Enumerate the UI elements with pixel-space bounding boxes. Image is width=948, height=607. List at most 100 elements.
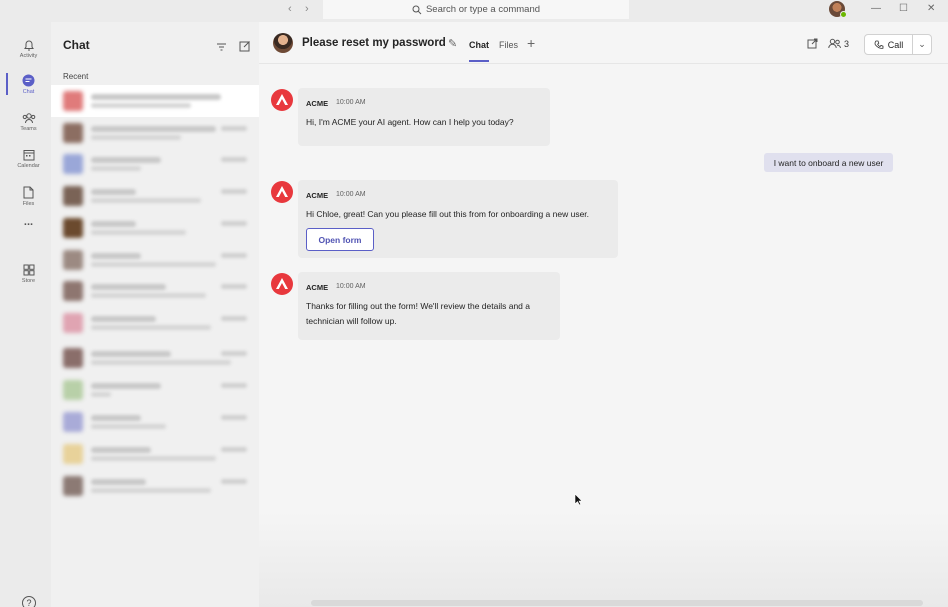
conversation-avatar xyxy=(273,33,293,53)
conversation-pane: Please reset my password ✎ Chat Files + … xyxy=(259,22,948,607)
acme-logo-icon xyxy=(271,89,293,111)
open-form-button[interactable]: Open form xyxy=(306,228,374,251)
chat-list-item[interactable] xyxy=(51,342,259,374)
rail-more[interactable]: ... xyxy=(6,210,51,234)
phone-icon xyxy=(874,40,884,49)
more-icon: ... xyxy=(23,216,34,228)
call-button[interactable]: Call ⌄ xyxy=(864,34,932,55)
chat-list-item[interactable] xyxy=(51,117,259,149)
rail-activity[interactable]: Activity xyxy=(6,32,51,66)
avatar xyxy=(63,154,83,174)
people-icon xyxy=(828,38,841,49)
back-arrow-icon[interactable]: ‹ xyxy=(288,3,292,15)
search-placeholder: Search or type a command xyxy=(425,4,541,15)
avatar xyxy=(63,313,83,333)
chat-list-title: Chat xyxy=(63,38,90,52)
message-time: 10:00 AM xyxy=(336,191,366,198)
apps-icon xyxy=(23,264,34,276)
chat-list-item[interactable] xyxy=(51,438,259,470)
rail-label: Activity xyxy=(19,53,38,59)
tab-files[interactable]: Files xyxy=(499,40,518,50)
chat-list-item[interactable] xyxy=(51,470,259,502)
rail-chat[interactable]: Chat xyxy=(6,67,51,101)
filter-icon[interactable] xyxy=(216,42,227,52)
minimize-button[interactable]: — xyxy=(871,3,881,14)
message-sender: ACME xyxy=(306,191,329,200)
teams-icon xyxy=(22,113,35,124)
participants-button[interactable]: 3 xyxy=(828,38,849,49)
chat-list-item[interactable] xyxy=(51,275,259,307)
chat-list-item[interactable] xyxy=(51,85,259,117)
message-sender: ACME xyxy=(306,283,329,292)
popout-icon[interactable] xyxy=(807,38,818,52)
edit-pencil-icon[interactable]: ✎ xyxy=(448,37,457,50)
avatar xyxy=(63,476,83,496)
avatar xyxy=(63,380,83,400)
avatar xyxy=(63,123,83,143)
message-text: Hi, I'm ACME your AI agent. How can I he… xyxy=(306,117,514,127)
recent-section-label: Recent xyxy=(63,72,89,81)
rail-label: Store xyxy=(21,278,36,284)
avatar xyxy=(63,412,83,432)
bell-icon xyxy=(23,40,34,51)
compose-icon[interactable] xyxy=(239,40,251,52)
avatar xyxy=(63,281,83,301)
message-text: Thanks for filling out the form! We'll r… xyxy=(306,301,530,311)
conversation-title: Please reset my password xyxy=(302,37,446,49)
message-time: 10:00 AM xyxy=(336,283,366,290)
maximize-button[interactable]: ☐ xyxy=(899,3,908,14)
avatar xyxy=(63,348,83,368)
rail-teams[interactable]: Teams xyxy=(6,105,51,139)
rail-label: Chat xyxy=(22,88,35,95)
title-bar: ‹ › Search or type a command — ☐ ✕ xyxy=(0,0,948,22)
message-time: 10:00 AM xyxy=(336,99,366,106)
chat-list-item[interactable] xyxy=(51,148,259,180)
active-tab-indicator xyxy=(469,60,489,62)
mouse-cursor-icon xyxy=(574,493,583,506)
chat-list-item[interactable] xyxy=(51,180,259,212)
acme-logo-icon xyxy=(271,181,293,203)
bot-message: ACME 10:00 AM Thanks for filling out the… xyxy=(298,272,560,340)
bot-message: ACME 10:00 AM Hi, I'm ACME your AI agent… xyxy=(298,88,550,146)
search-icon xyxy=(412,5,422,14)
call-label: Call xyxy=(887,39,904,50)
compose-area-scrollbar[interactable] xyxy=(311,600,923,606)
chat-list-item[interactable] xyxy=(51,374,259,406)
message-sender: ACME xyxy=(306,99,329,108)
calendar-icon xyxy=(23,150,34,161)
chat-list-item[interactable] xyxy=(51,406,259,438)
participants-count: 3 xyxy=(844,38,850,49)
rail-label: Calendar xyxy=(17,163,40,169)
chat-list-item[interactable] xyxy=(51,212,259,244)
close-button[interactable]: ✕ xyxy=(927,3,935,14)
rail-store[interactable]: Store xyxy=(6,257,51,291)
avatar xyxy=(63,250,83,270)
chat-list-pane: Chat Recent xyxy=(51,22,259,607)
tab-chat[interactable]: Chat xyxy=(469,40,489,50)
chat-list-actions xyxy=(216,39,251,57)
chat-list-item[interactable] xyxy=(51,244,259,276)
rail-label: Teams xyxy=(20,126,37,132)
help-button[interactable]: ? xyxy=(22,596,36,607)
add-tab-plus-icon[interactable]: + xyxy=(527,35,535,51)
message-text: Hi Chloe, great! Can you please fill out… xyxy=(306,209,590,219)
forward-arrow-icon[interactable]: › xyxy=(305,3,309,15)
chat-icon xyxy=(22,74,35,86)
presence-available-icon xyxy=(840,11,847,18)
search-box[interactable]: Search or type a command xyxy=(323,0,629,19)
bot-message: ACME 10:00 AM Hi Chloe, great! Can you p… xyxy=(298,180,618,258)
avatar xyxy=(63,186,83,206)
conversation-header: Please reset my password ✎ Chat Files + … xyxy=(259,22,948,64)
acme-logo-icon xyxy=(271,273,293,295)
avatar xyxy=(63,91,83,111)
rail-label: Files xyxy=(22,200,35,207)
message-text: technician will follow up. xyxy=(306,316,397,326)
chevron-down-icon[interactable]: ⌄ xyxy=(913,39,931,50)
help-icon: ? xyxy=(26,598,32,607)
avatar xyxy=(63,218,83,238)
file-icon xyxy=(23,186,34,198)
rail-calendar[interactable]: Calendar xyxy=(6,142,51,176)
chat-list-item[interactable] xyxy=(51,307,259,339)
rail-files[interactable]: Files xyxy=(6,179,51,213)
user-message: I want to onboard a new user xyxy=(764,153,893,172)
